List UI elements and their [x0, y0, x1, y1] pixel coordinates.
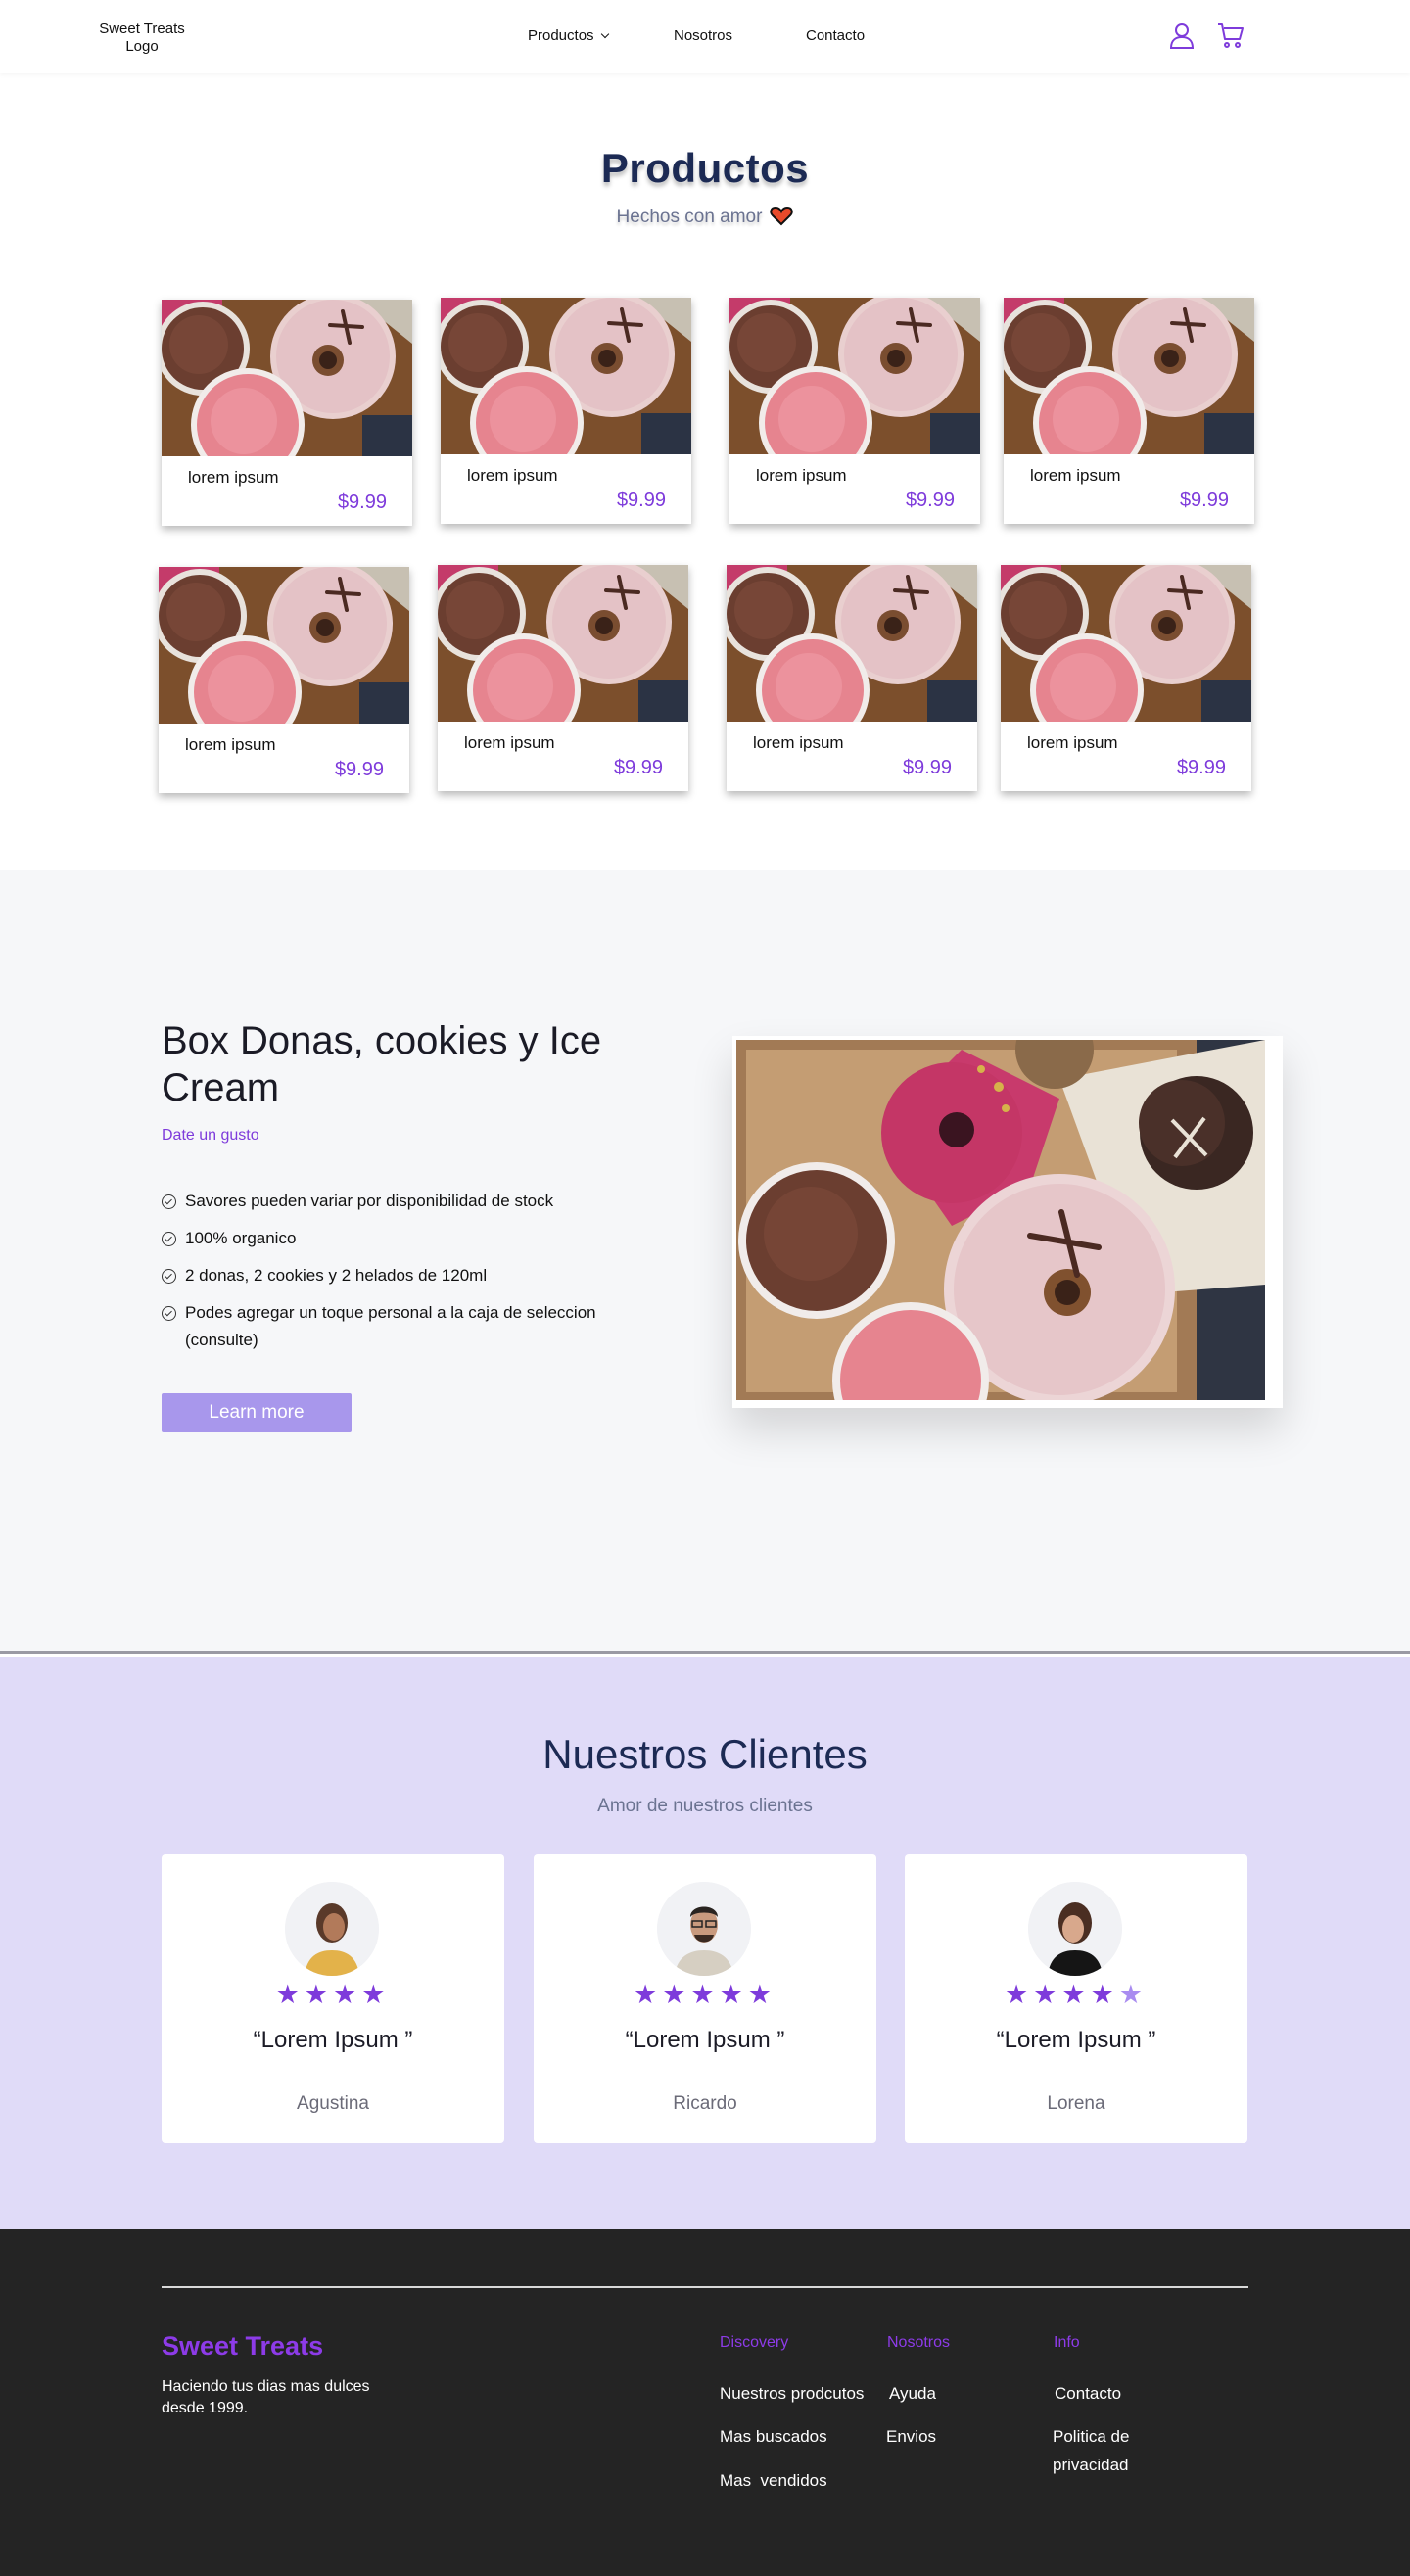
product-name: lorem ipsum — [756, 466, 847, 485]
product-name: lorem ipsum — [753, 733, 844, 752]
cart-icon[interactable] — [1217, 22, 1245, 49]
top-nav: Sweet Treats Logo Productos Nosotros Con… — [0, 0, 1410, 73]
nav-productos[interactable]: Productos — [528, 27, 609, 44]
box-title: Box Donas, cookies y Ice Cream — [162, 1019, 602, 1109]
nav-nosotros[interactable]: Nosotros — [674, 27, 732, 44]
product-image — [727, 565, 977, 722]
learn-more-button[interactable]: Learn more — [162, 1393, 352, 1432]
box-image-frame — [732, 1036, 1283, 1408]
product-name: lorem ipsum — [467, 466, 558, 485]
product-price: $9.99 — [1176, 757, 1226, 778]
product-price: $9.99 — [902, 757, 952, 778]
box-section: Box Donas, cookies y Ice Cream Date un g… — [0, 870, 1410, 1654]
site-logo[interactable]: Sweet Treats Logo — [96, 21, 188, 56]
product-name: lorem ipsum — [1030, 466, 1121, 485]
product-card[interactable]: lorem ipsum $9.99 — [441, 298, 691, 524]
product-image — [162, 300, 412, 456]
footer-heading-discovery: Discovery — [720, 2334, 789, 2351]
testimonial-quote: “Lorem Ipsum ” — [625, 2027, 785, 2053]
check-circle-icon — [162, 1232, 176, 1246]
nav-contacto[interactable]: Contacto — [806, 27, 865, 44]
testimonial-card: ★★★★ “Lorem Ipsum ” Agustina — [162, 1854, 504, 2143]
check-circle-icon — [162, 1269, 176, 1284]
product-price: $9.99 — [337, 492, 387, 513]
products-header: Productos Hechos con amor — [0, 145, 1410, 229]
feature-item: Savores pueden variar por disponibilidad… — [162, 1188, 671, 1215]
testimonial-card: ★★★★★ “Lorem Ipsum ” Lorena — [905, 1854, 1247, 2143]
product-name: lorem ipsum — [188, 468, 279, 487]
product-card[interactable]: lorem ipsum $9.99 — [438, 565, 688, 791]
footer-link[interactable]: Nuestros prodcutos — [720, 2379, 864, 2408]
clients-title: Nuestros Clientes — [542, 1731, 868, 1777]
product-name: lorem ipsum — [464, 733, 555, 752]
testimonial-quote: “Lorem Ipsum ” — [253, 2027, 413, 2053]
testimonial-card: ★★★★★ “Lorem Ipsum ” Ricardo — [534, 1854, 876, 2143]
testimonial-quote: “Lorem Ipsum ” — [996, 2027, 1156, 2053]
check-circle-icon — [162, 1306, 176, 1321]
footer-link[interactable]: Envios — [886, 2422, 936, 2451]
product-card[interactable]: lorem ipsum $9.99 — [729, 298, 980, 524]
footer-link[interactable]: Mas vendidos — [720, 2466, 827, 2495]
product-image — [1004, 298, 1254, 454]
product-price: $9.99 — [334, 759, 384, 780]
product-price: $9.99 — [905, 490, 955, 511]
footer-heading-info: Info — [1054, 2334, 1080, 2351]
footer-link[interactable]: Ayuda — [889, 2379, 936, 2408]
product-card[interactable]: lorem ipsum $9.99 — [159, 567, 409, 793]
product-card[interactable]: lorem ipsum $9.99 — [162, 300, 412, 526]
clients-section: Nuestros Clientes Amor de nuestros clien… — [0, 1657, 1410, 2230]
box-image — [736, 1040, 1265, 1400]
feature-text: 2 donas, 2 cookies y 2 helados de 120ml — [185, 1266, 488, 1285]
products-subtitle: Hechos con amor — [0, 206, 1410, 229]
footer-heading-nosotros: Nosotros — [887, 2334, 951, 2351]
avatar — [285, 1882, 379, 1976]
box-subtitle: Date un gusto — [162, 1127, 259, 1144]
products-title: Productos — [600, 145, 810, 191]
rating-stars: ★★★★ — [275, 1980, 391, 2009]
user-icon[interactable] — [1168, 22, 1196, 49]
product-price: $9.99 — [616, 490, 666, 511]
product-price: $9.99 — [613, 757, 663, 778]
footer-brand[interactable]: Sweet Treats — [162, 2331, 323, 2362]
product-card[interactable]: lorem ipsum $9.99 — [1004, 298, 1254, 524]
footer-divider — [162, 2286, 1248, 2288]
product-image — [729, 298, 980, 454]
client-name: Ricardo — [673, 2093, 737, 2114]
chevron-down-icon — [600, 29, 609, 39]
rating-stars: ★★★★★ — [1004, 1980, 1149, 2009]
product-image — [1001, 565, 1251, 722]
product-card[interactable]: lorem ipsum $9.99 — [1001, 565, 1251, 791]
product-image — [441, 298, 691, 454]
feature-item: 2 donas, 2 cookies y 2 helados de 120ml — [162, 1262, 671, 1289]
feature-text: Podes agregar un toque personal a la caj… — [185, 1303, 596, 1349]
feature-item: Podes agregar un toque personal a la caj… — [162, 1299, 671, 1354]
rating-stars: ★★★★★ — [633, 1980, 777, 2009]
client-name: Agustina — [297, 2093, 369, 2114]
product-card[interactable]: lorem ipsum $9.99 — [727, 565, 977, 791]
client-name: Lorena — [1047, 2093, 1105, 2114]
footer-tagline: Haciendo tus dias mas dulces desde 1999. — [162, 2378, 370, 2416]
product-image — [159, 567, 409, 724]
products-subtitle-text: Hechos con amor — [616, 207, 763, 228]
footer-link[interactable]: Contacto — [1055, 2379, 1121, 2408]
footer: Sweet Treats Haciendo tus dias mas dulce… — [0, 2229, 1410, 2576]
clients-subtitle: Amor de nuestros clientes — [597, 1796, 813, 1816]
product-name: lorem ipsum — [1027, 733, 1118, 752]
footer-link[interactable]: Mas buscados — [720, 2422, 827, 2451]
product-name: lorem ipsum — [185, 735, 276, 754]
avatar — [1028, 1882, 1122, 1976]
footer-link[interactable]: Politica de privacidad — [1053, 2422, 1180, 2479]
feature-text: Savores pueden variar por disponibilidad… — [185, 1192, 554, 1210]
avatar — [657, 1882, 751, 1976]
heart-icon — [770, 206, 794, 226]
nav-productos-label: Productos — [528, 27, 594, 44]
feature-item: 100% organico — [162, 1225, 671, 1252]
check-circle-icon — [162, 1194, 176, 1209]
product-image — [438, 565, 688, 722]
product-price: $9.99 — [1179, 490, 1229, 511]
feature-text: 100% organico — [185, 1229, 297, 1247]
